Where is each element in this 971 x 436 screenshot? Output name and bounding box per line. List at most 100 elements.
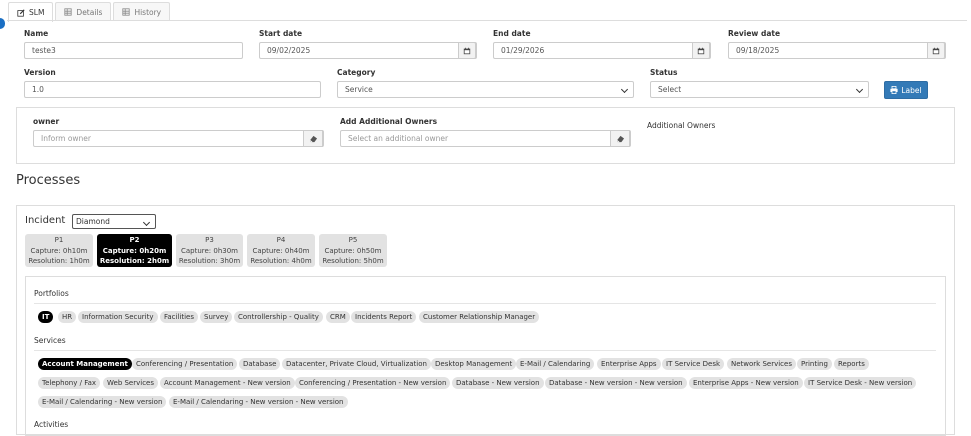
- tab-history[interactable]: History: [113, 2, 171, 21]
- review-date-input[interactable]: 09/18/2025: [728, 42, 946, 59]
- status-select[interactable]: Select: [650, 81, 869, 98]
- tab-slm[interactable]: SLM: [8, 2, 54, 22]
- name-label: Name: [24, 29, 49, 38]
- start-date-input[interactable]: 09/02/2025: [259, 42, 477, 59]
- additional-owners-text: Additional Owners: [647, 121, 716, 130]
- service-chip[interactable]: Datacenter, Private Cloud, Virtualizatio…: [282, 358, 431, 370]
- owner-label: owner: [33, 117, 60, 126]
- portfolio-chip[interactable]: Survey: [200, 311, 233, 323]
- service-chip[interactable]: IT Service Desk - New version: [804, 377, 917, 389]
- version-input[interactable]: 1.0: [24, 81, 321, 98]
- version-label: Version: [24, 68, 56, 77]
- start-date-calendar-button[interactable]: [458, 42, 476, 59]
- service-chip[interactable]: Printing: [797, 358, 832, 370]
- name-input[interactable]: teste3: [24, 42, 243, 59]
- services-title: Services: [34, 336, 66, 345]
- service-chip[interactable]: Database: [239, 358, 281, 370]
- service-chip[interactable]: Telephony / Fax: [38, 377, 101, 389]
- priority-resolution: Resolution: 4h0m: [250, 257, 312, 265]
- review-date-label: Review date: [728, 29, 781, 38]
- service-chip[interactable]: Reports: [834, 358, 869, 370]
- service-chip[interactable]: Web Services: [103, 377, 159, 389]
- portfolio-chip[interactable]: Information Security: [78, 311, 158, 323]
- service-chip[interactable]: Network Services: [727, 358, 796, 370]
- owner-clear-button[interactable]: [303, 130, 323, 147]
- owner-input[interactable]: Inform owner: [33, 130, 324, 147]
- additional-owner-clear-button[interactable]: [610, 130, 630, 147]
- priority-p3[interactable]: P3 Capture: 0h30m Resolution: 3h0m: [176, 234, 243, 267]
- priority-p5[interactable]: P5 Capture: 0h50m Resolution: 5h0m: [319, 234, 387, 267]
- owner-placeholder: Inform owner: [41, 134, 92, 143]
- end-date-label: End date: [493, 29, 531, 38]
- service-chip[interactable]: E-Mail / Calendaring - New version - New…: [169, 396, 348, 408]
- calendar-icon: [697, 47, 705, 54]
- portfolio-chip[interactable]: HR: [58, 311, 77, 323]
- priority-capture: Capture: 0h20m: [102, 246, 167, 255]
- services-divider: [34, 350, 936, 351]
- label-button-text: Label: [901, 85, 922, 95]
- priority-name: P2: [129, 236, 140, 244]
- priority-name: P1: [54, 236, 64, 244]
- portfolio-chip[interactable]: Incidents Report: [351, 311, 417, 323]
- end-date-value: 01/29/2026: [501, 46, 545, 55]
- priority-capture: Capture: 0h10m: [30, 246, 88, 255]
- incident-label: Incident: [25, 215, 66, 226]
- priority-name: P5: [348, 236, 358, 244]
- list-icon: [64, 8, 73, 16]
- priority-capture: Capture: 0h50m: [324, 246, 382, 255]
- review-date-calendar-button[interactable]: [927, 42, 945, 59]
- calendar-icon: [463, 47, 471, 54]
- category-select[interactable]: Service: [337, 81, 634, 98]
- category-label: Category: [337, 68, 376, 77]
- incident-level-select[interactable]: Diamond: [72, 214, 156, 229]
- portfolio-chip[interactable]: CRM: [326, 311, 350, 323]
- priority-p4[interactable]: P4 Capture: 0h40m Resolution: 4h0m: [247, 234, 315, 267]
- eraser-icon: [616, 135, 624, 142]
- tab-details-label: Details: [76, 7, 103, 17]
- calendar-icon: [932, 47, 940, 54]
- list-icon: [122, 8, 131, 16]
- service-chip[interactable]: Desktop Management: [431, 358, 517, 370]
- service-chip[interactable]: E-Mail / Calendaring - New version: [38, 396, 167, 408]
- service-chip[interactable]: Enterprise Apps - New version: [689, 377, 803, 389]
- service-chip[interactable]: Conferencing / Presentation - New versio…: [295, 377, 451, 389]
- priority-detail-panel: [25, 276, 946, 436]
- service-chip[interactable]: Account Management - New version: [160, 377, 295, 389]
- service-chip[interactable]: Account Management: [38, 358, 132, 370]
- service-chip[interactable]: E-Mail / Calendaring: [516, 358, 595, 370]
- end-date-input[interactable]: 01/29/2026: [493, 42, 711, 59]
- portfolio-chip[interactable]: Controllership - Quality: [234, 311, 323, 323]
- additional-owners-label: Add Additional Owners: [340, 117, 438, 126]
- additional-owner-placeholder: Select an additional owner: [348, 134, 449, 143]
- portfolio-chip[interactable]: Facilities: [160, 311, 198, 323]
- priority-p2[interactable]: P2 Capture: 0h20m Resolution: 2h0m: [97, 234, 172, 267]
- tab-slm-label: SLM: [29, 8, 45, 17]
- service-chip[interactable]: Conferencing / Presentation: [132, 358, 238, 370]
- side-indicator: [0, 18, 5, 29]
- label-button[interactable]: Label: [884, 81, 928, 99]
- priority-p1[interactable]: P1 Capture: 0h10m Resolution: 1h0m: [25, 234, 93, 267]
- service-chip[interactable]: IT Service Desk: [662, 358, 725, 370]
- service-chip[interactable]: Database - New version: [452, 377, 544, 389]
- priority-resolution: Resolution: 1h0m: [28, 257, 90, 265]
- eraser-icon: [309, 135, 317, 142]
- priority-resolution: Resolution: 3h0m: [178, 257, 241, 265]
- review-date-value: 09/18/2025: [736, 46, 780, 55]
- portfolio-chip[interactable]: IT: [38, 311, 54, 323]
- tab-details[interactable]: Details: [55, 2, 112, 21]
- service-chip[interactable]: Database - New version - New version: [545, 377, 687, 389]
- portfolio-chip[interactable]: Customer Relationship Manager: [419, 311, 540, 323]
- edit-icon: [17, 8, 25, 17]
- portfolios-title: Portfolios: [34, 289, 69, 298]
- priority-name: P4: [276, 236, 286, 244]
- service-chip[interactable]: Enterprise Apps: [597, 358, 661, 370]
- start-date-label: Start date: [259, 29, 303, 38]
- additional-owner-input[interactable]: Select an additional owner: [340, 130, 631, 147]
- start-date-value: 09/02/2025: [267, 46, 311, 55]
- priority-resolution: Resolution: 2h0m: [99, 257, 170, 265]
- priority-resolution: Resolution: 5h0m: [322, 257, 384, 265]
- print-icon: [890, 86, 898, 94]
- end-date-calendar-button[interactable]: [692, 42, 710, 59]
- portfolios-divider: [34, 303, 936, 304]
- priority-capture: Capture: 0h40m: [252, 246, 310, 255]
